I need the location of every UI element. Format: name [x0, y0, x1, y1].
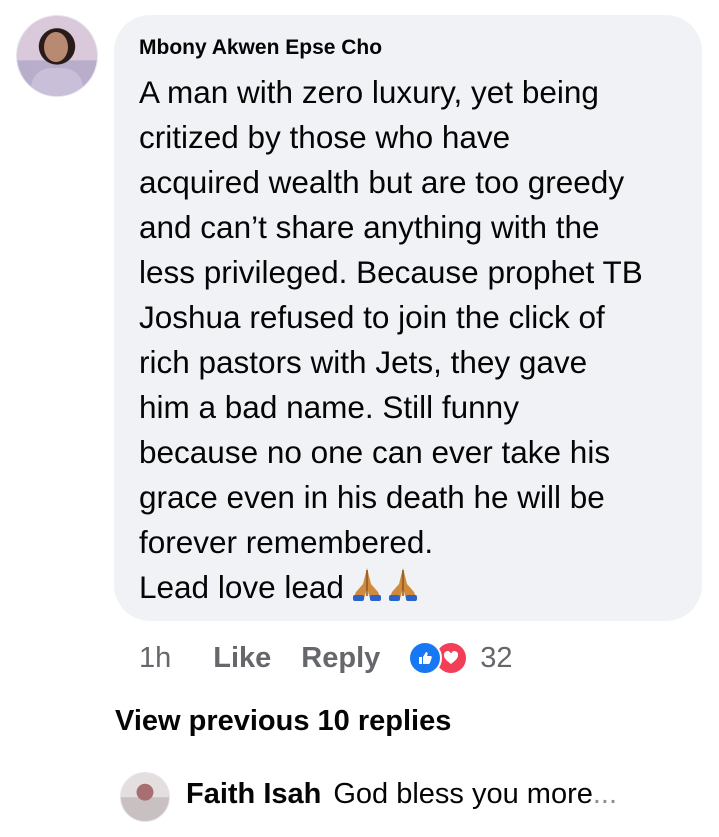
latest-reply[interactable]: Faith Isah God bless you more...	[186, 778, 617, 811]
comment-last-line: Lead love lead	[139, 565, 699, 614]
reaction-summary[interactable]: 32	[408, 641, 513, 675]
comment-line: grace even in his death he will be	[139, 479, 605, 515]
comment-line: less privileged. Because prophet TB	[139, 254, 643, 290]
comment-author[interactable]: Mbony Akwen Epse Cho	[139, 36, 382, 60]
praying-hands-icon	[388, 568, 417, 601]
comment-line: him a bad name. Still funny	[139, 389, 519, 425]
praying-hands-emoji-pair	[350, 566, 422, 614]
avatar-shirt	[31, 68, 83, 96]
avatar-face	[44, 32, 68, 62]
comment-line: Joshua refused to join the click of	[139, 299, 605, 335]
reply-author[interactable]: Faith Isah	[186, 778, 321, 810]
comment-line: Lead love lead	[139, 569, 344, 605]
comment-line: critized by those who have	[139, 119, 511, 155]
comment-timestamp[interactable]: 1h	[139, 642, 171, 675]
comment-line: A man with zero luxury, yet being	[139, 74, 599, 110]
like-button[interactable]: Like	[213, 642, 271, 675]
reply-avatar[interactable]	[120, 772, 170, 822]
reply-ellipsis: ...	[592, 778, 618, 810]
comment-line: acquired wealth but are too greedy	[139, 164, 625, 200]
commenter-avatar[interactable]	[16, 15, 98, 97]
reaction-count: 32	[480, 641, 513, 674]
reply-text: God bless you more	[333, 778, 593, 810]
reply-button[interactable]: Reply	[301, 642, 380, 675]
comment-line: rich pastors with Jets, they gave	[139, 344, 588, 380]
comment-actions: 1h Like Reply 32	[139, 638, 513, 678]
praying-hands-icon	[352, 568, 381, 601]
comment-line: and can’t share anything with the	[139, 209, 600, 245]
comment-line: because no one can ever take his	[139, 434, 611, 470]
comment-line: forever remembered.	[139, 524, 434, 560]
comment-text: A man with zero luxury, yet being critiz…	[139, 70, 699, 614]
view-previous-replies-link[interactable]: View previous 10 replies	[115, 705, 451, 738]
like-icon	[408, 641, 443, 675]
